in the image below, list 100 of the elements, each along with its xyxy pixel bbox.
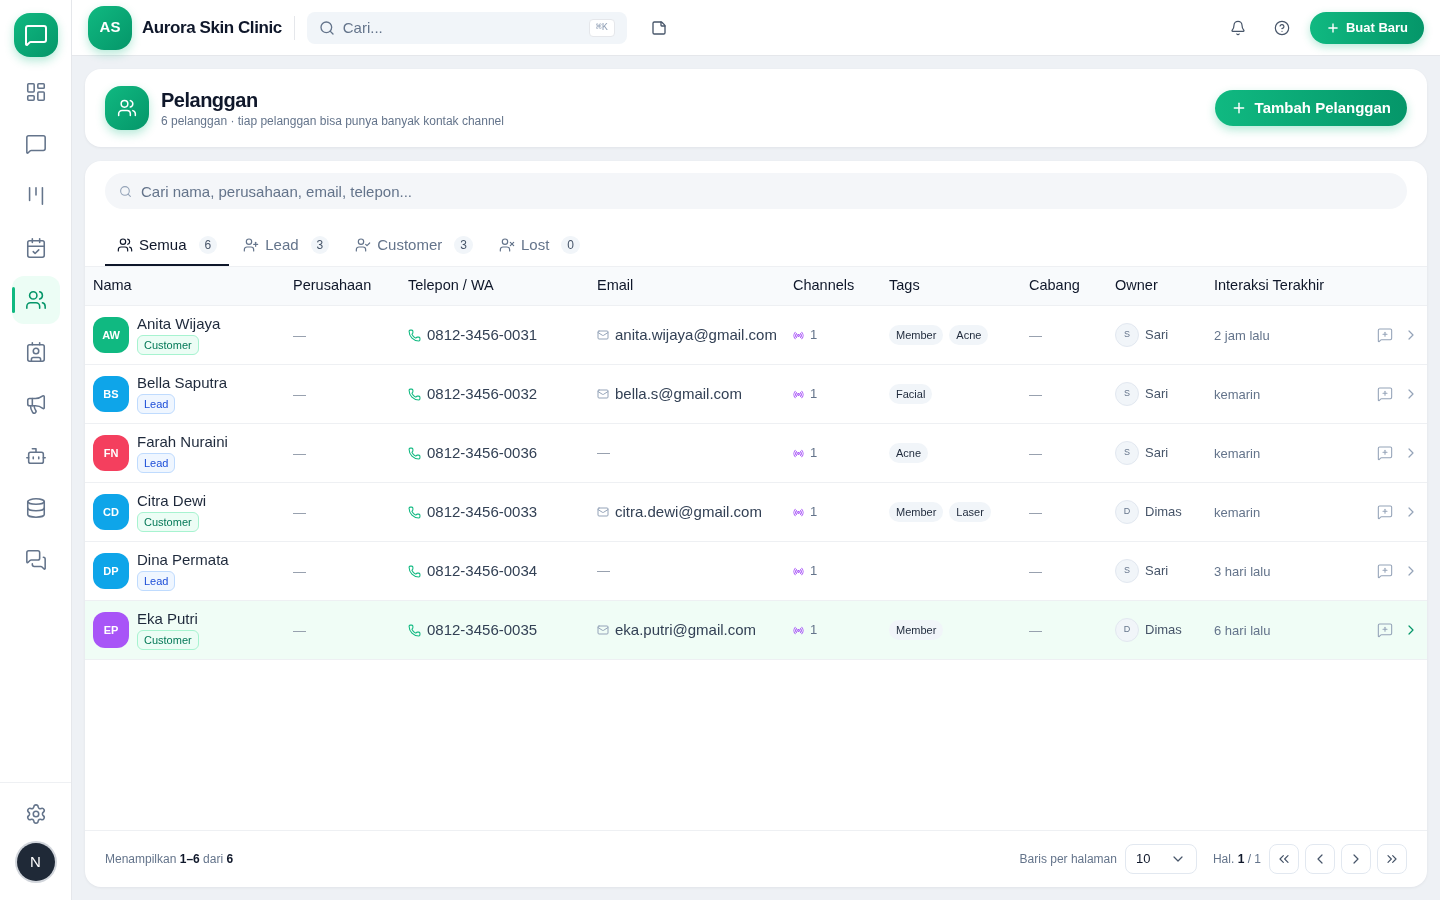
results-summary: Menampilkan 1–6 dari 6 — [105, 851, 234, 868]
avatar: FN — [93, 435, 129, 471]
table-row[interactable]: EP Eka Putri Customer — 0812-3456-0035 eka.putri@gmail.com 1 Member — D Dimas 6 hari lalu — [85, 601, 1427, 660]
empty-value: — — [293, 387, 306, 402]
column-header: Nama — [93, 276, 133, 296]
filter-tab[interactable]: Lead 3 — [231, 226, 342, 266]
robot-icon — [24, 445, 47, 467]
table-row[interactable]: BS Bella Saputra Lead — 0812-3456-0032 bella.s@gmail.com 1 Facial — S Sari kemarin — [85, 365, 1427, 424]
table-row[interactable]: CD Citra Dewi Customer — 0812-3456-0033 citra.dewi@gmail.com 1 Member Laser — D Dimas kemarin — [85, 483, 1427, 542]
owner-name: Dimas — [1145, 621, 1182, 640]
tag: Acne — [949, 325, 989, 345]
users-icon — [24, 289, 47, 311]
status-badge: Lead — [137, 453, 176, 473]
status-badge: Customer — [137, 512, 199, 532]
message-plus-icon — [1377, 563, 1393, 579]
settings-icon — [24, 803, 47, 825]
last-interaction: 2 jam lalu — [1214, 328, 1270, 343]
table-row[interactable]: AW Anita Wijaya Customer — 0812-3456-0031 anita.wijaya@gmail.com 1 Member Acne — S Sari 2 jam lalu — [85, 306, 1427, 365]
avatar: BS — [93, 376, 129, 412]
chat-logo-icon[interactable] — [13, 13, 58, 57]
email-address: anita.wijaya@gmail.com — [615, 324, 777, 345]
status-badge: Lead — [137, 394, 176, 414]
phone-icon — [408, 328, 421, 342]
email-address: citra.dewi@gmail.com — [615, 501, 762, 522]
search-icon — [318, 19, 335, 36]
owner-avatar: S — [1115, 559, 1139, 583]
column-header: Telepon / WA — [408, 276, 495, 296]
signal-icon — [793, 624, 804, 636]
phone-number: 0812-3456-0033 — [427, 501, 538, 522]
sidebar-item[interactable] — [11, 276, 60, 324]
empty-value: — — [597, 562, 610, 581]
channel-count: 1 — [810, 503, 818, 522]
channel-count: 1 — [810, 562, 818, 581]
owner-name: Sari — [1145, 444, 1169, 463]
active-indicator — [11, 287, 15, 313]
phone-icon — [408, 387, 421, 401]
contact-card-icon — [24, 341, 47, 363]
tag: Member — [889, 502, 944, 522]
customer-name: Farah Nuraini — [137, 433, 228, 451]
empty-value: — — [1029, 505, 1042, 520]
search-icon — [119, 184, 132, 198]
page-title: Pelanggan — [161, 88, 259, 113]
tab-count: 3 — [310, 236, 330, 254]
search-field[interactable]: Cari nama, perusahaan, email, telepon... — [105, 173, 1407, 209]
add-message-button[interactable] — [1375, 620, 1395, 640]
owner-avatar: S — [1115, 441, 1139, 465]
empty-value: — — [1029, 328, 1042, 343]
customer-name: Dina Permata — [137, 551, 229, 569]
chat-bubbles-icon — [24, 549, 47, 571]
mail-icon — [597, 388, 609, 400]
status-badge: Customer — [137, 630, 199, 650]
rows-per-page-select[interactable]: 10 — [1124, 844, 1197, 874]
table-row[interactable]: DP Dina Permata Lead — 0812-3456-0034 — 1 — S Sari 3 hari lalu — [85, 542, 1427, 601]
last-interaction: kemarin — [1214, 446, 1261, 461]
channel-count: 1 — [810, 444, 818, 463]
users-icon — [105, 86, 149, 130]
first-page-button[interactable] — [1269, 844, 1299, 874]
phone-number: 0812-3456-0032 — [427, 383, 538, 404]
add-message-button[interactable] — [1375, 561, 1395, 581]
status-badge: Lead — [137, 571, 176, 591]
filter-tab[interactable]: Lost 0 — [487, 226, 593, 266]
email-address: eka.putri@gmail.com — [615, 619, 757, 640]
rows-per-page-label: Baris per halaman — [1019, 851, 1117, 868]
last-interaction: 3 hari lalu — [1214, 564, 1271, 579]
owner-name: Sari — [1145, 562, 1169, 581]
tab-count: 6 — [198, 236, 218, 254]
page-subtitle: 6 pelanggan · tiap pelanggan bisa punya banyak kontak channel — [161, 113, 504, 129]
empty-value: — — [597, 444, 610, 463]
user-x-icon — [499, 237, 515, 253]
filter-tab[interactable]: Customer 3 — [343, 226, 485, 266]
owner-name: Dimas — [1145, 503, 1182, 522]
table-row[interactable]: FN Farah Nuraini Lead — 0812-3456-0036 — 1 Acne — S Sari kemarin — [85, 424, 1427, 483]
empty-value: — — [293, 623, 306, 638]
customer-name: Eka Putri — [137, 610, 198, 628]
owner-avatar: D — [1115, 618, 1139, 642]
mail-icon — [597, 329, 609, 341]
note-icon — [650, 19, 667, 36]
tag: Member — [889, 325, 944, 345]
channel-count: 1 — [810, 621, 818, 640]
plus-icon — [1325, 20, 1340, 35]
add-message-button[interactable] — [1375, 502, 1395, 522]
phone-icon — [408, 623, 421, 637]
customer-name: Citra Dewi — [137, 492, 207, 510]
add-message-button[interactable] — [1375, 384, 1395, 404]
add-message-button[interactable] — [1375, 325, 1395, 345]
avatar: EP — [93, 612, 129, 648]
last-page-button[interactable] — [1377, 844, 1407, 874]
column-header: Interaksi Terakhir — [1214, 276, 1326, 296]
next-page-button[interactable] — [1341, 844, 1371, 874]
avatar: CD — [93, 494, 129, 530]
channel-count: 1 — [810, 385, 818, 404]
previous-page-button[interactable] — [1305, 844, 1335, 874]
add-message-button[interactable] — [1375, 443, 1395, 463]
user-avatar[interactable]: N — [16, 843, 55, 881]
message-plus-icon — [1377, 327, 1393, 343]
column-header: Owner — [1115, 276, 1159, 296]
customer-name: Bella Saputra — [137, 374, 228, 392]
empty-value: — — [293, 564, 306, 579]
message-plus-icon — [1377, 504, 1393, 520]
database-icon — [24, 497, 47, 519]
